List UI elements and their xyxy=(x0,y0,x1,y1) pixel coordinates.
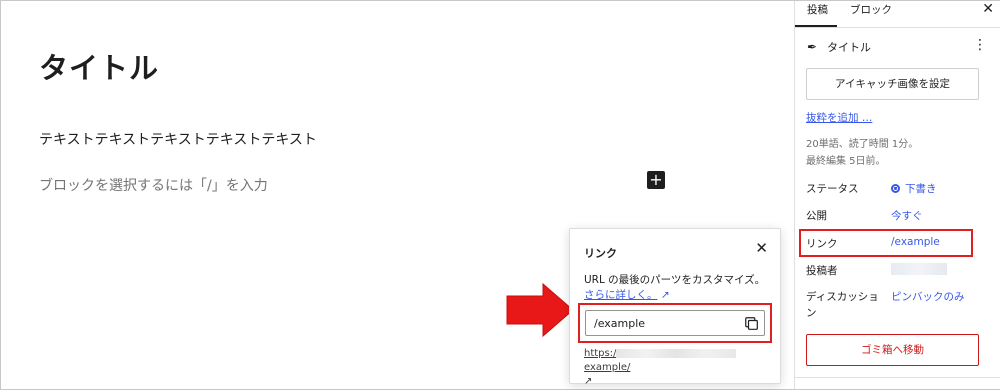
red-arrow-icon xyxy=(506,282,574,338)
link-popover: リンク ✕ URL の最後のパーツをカスタマイズ。さらに詳しく。 ↗ /exam… xyxy=(569,228,781,387)
draft-status-icon xyxy=(891,184,900,193)
url-redacted xyxy=(616,348,737,358)
set-featured-image-button[interactable]: アイキャッチ画像を設定 xyxy=(806,68,979,100)
feather-icon: ✒ xyxy=(807,40,818,54)
popover-description: URL の最後のパーツをカスタマイズ。さらに詳しく。 ↗ xyxy=(584,273,770,303)
settings-sidebar: 投稿 ブロック ✕ ✒ タイトル ⋮ アイキャッチ画像を設定 抜粋を追加 … 20… xyxy=(794,1,1000,389)
post-card-title-text: タイトル xyxy=(827,41,871,54)
post-card-title: ✒ タイトル xyxy=(807,39,871,55)
close-icon[interactable]: ✕ xyxy=(755,241,768,256)
status-value[interactable]: 下書き xyxy=(891,181,937,196)
post-title[interactable]: タイトル xyxy=(39,45,159,87)
paragraph-block[interactable]: テキストテキストテキストテキストテキスト xyxy=(39,129,317,149)
copy-icon[interactable] xyxy=(745,317,758,330)
author-label: 投稿者 xyxy=(806,265,838,277)
more-options-icon[interactable]: ⋮ xyxy=(973,37,987,53)
add-excerpt-link[interactable]: 抜粋を追加 … xyxy=(806,110,872,125)
tab-post[interactable]: 投稿 xyxy=(807,2,828,17)
last-edited-meta: 最終編集 5日前。 xyxy=(806,156,886,167)
slug-input-value: /example xyxy=(594,317,646,330)
active-tab-indicator xyxy=(795,25,837,27)
permalink-url[interactable]: https:/ example/ ↗ xyxy=(584,347,770,389)
discussion-label: ディスカッショ ン xyxy=(806,289,879,321)
sidebar-tabs: 投稿 ブロック ✕ xyxy=(795,1,1000,28)
description-text: URL の最後のパーツをカスタマイズ。 xyxy=(584,274,766,286)
url-external-icon: ↗ xyxy=(584,376,593,387)
link-label: リンク xyxy=(806,238,838,250)
publish-label: 公開 xyxy=(806,210,827,222)
discussion-value[interactable]: ピンバックのみ xyxy=(891,289,965,304)
status-label: ステータス xyxy=(806,183,859,195)
discussion-label-line1: ディスカッショ xyxy=(806,291,879,303)
status-value-text: 下書き xyxy=(905,183,937,195)
popover-title: リンク xyxy=(584,247,617,260)
author-value-redacted[interactable] xyxy=(891,263,947,275)
tab-block[interactable]: ブロック xyxy=(850,2,892,17)
discussion-label-line2: ン xyxy=(806,307,817,319)
close-icon[interactable]: ✕ xyxy=(982,1,994,17)
link-value[interactable]: /example xyxy=(891,236,940,248)
url-prefix: https:/ xyxy=(584,348,617,359)
external-link-icon: ↗ xyxy=(660,289,670,301)
slug-input[interactable]: /example xyxy=(585,310,765,336)
move-to-trash-button[interactable]: ゴミ箱へ移動 xyxy=(806,334,979,366)
publish-value[interactable]: 今すぐ xyxy=(891,208,923,223)
block-inserter-button[interactable]: + xyxy=(647,171,665,189)
block-placeholder[interactable]: ブロックを選択するには「/」を入力 xyxy=(39,175,268,195)
url-suffix: example/ xyxy=(584,362,631,373)
word-count-meta: 20単語、読了時間 1分。 xyxy=(806,139,919,150)
sidebar-divider xyxy=(795,377,1000,378)
learn-more-link[interactable]: さらに詳しく。 xyxy=(584,289,658,301)
